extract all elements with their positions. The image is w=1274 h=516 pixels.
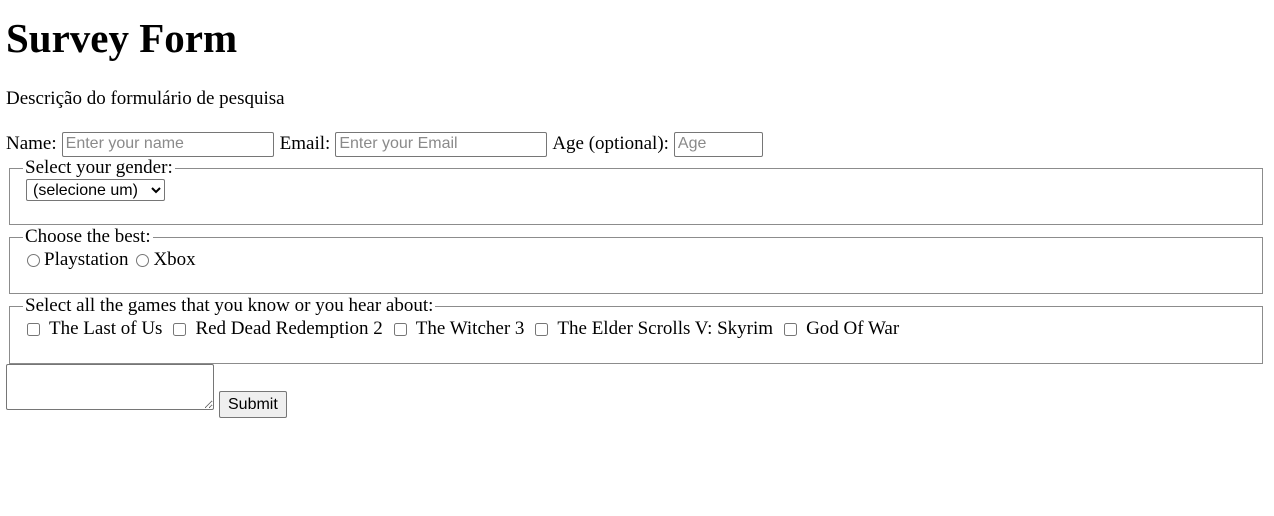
playstation-radio[interactable]	[27, 253, 40, 267]
gender-select[interactable]: (selecione um)	[26, 179, 165, 201]
game-option-red-dead-redemption-2[interactable]: Red Dead Redemption 2	[172, 318, 383, 340]
skyrim-checkbox[interactable]	[535, 322, 549, 336]
gender-legend: Select your gender:	[25, 157, 173, 178]
game-option-skyrim[interactable]: The Elder Scrolls V: Skyrim	[534, 318, 773, 340]
page-description: Descrição do formulário de pesquisa	[6, 88, 285, 109]
games-options: The Last of Us Red Dead Redemption 2 The…	[26, 318, 1246, 340]
survey-page: Survey Form Descrição do formulário de p…	[0, 0, 1274, 516]
red-dead-redemption-2-checkbox[interactable]	[173, 322, 187, 336]
playstation-label: Playstation	[44, 249, 129, 270]
game-option-the-witcher-3[interactable]: The Witcher 3	[393, 318, 525, 340]
comments-textarea[interactable]	[6, 364, 214, 410]
skyrim-label: The Elder Scrolls V: Skyrim	[557, 318, 774, 339]
god-of-war-label: God Of War	[806, 318, 900, 339]
red-dead-redemption-2-label: Red Dead Redemption 2	[195, 318, 383, 339]
the-last-of-us-checkbox[interactable]	[27, 322, 40, 336]
gender-fieldset: Select your gender: (selecione um)	[9, 158, 1263, 225]
game-option-the-last-of-us[interactable]: The Last of Us	[26, 318, 162, 340]
email-input[interactable]	[335, 131, 548, 157]
xbox-radio[interactable]	[136, 253, 150, 267]
games-legend: Select all the games that you know or yo…	[25, 295, 434, 316]
game-option-god-of-war[interactable]: God Of War	[783, 318, 899, 340]
god-of-war-checkbox[interactable]	[784, 322, 798, 336]
console-legend: Choose the best:	[25, 226, 151, 247]
the-witcher-3-checkbox[interactable]	[393, 322, 407, 336]
console-option-xbox[interactable]: Xbox	[135, 249, 196, 271]
page-title: Survey Form	[6, 15, 238, 61]
console-options: Playstation Xbox	[26, 249, 1246, 271]
age-input[interactable]	[673, 131, 763, 157]
console-fieldset: Choose the best: Playstation Xbox	[9, 227, 1263, 294]
name-label: Name:	[6, 133, 57, 154]
personal-info-row: Name: Email: Age (optional):	[6, 131, 763, 157]
xbox-label: Xbox	[153, 249, 196, 270]
email-label: Email:	[279, 133, 331, 154]
name-input[interactable]	[61, 131, 274, 157]
submit-button[interactable]: Submit	[219, 391, 287, 418]
the-last-of-us-label: The Last of Us	[49, 318, 163, 339]
age-label: Age (optional):	[552, 133, 669, 154]
the-witcher-3-label: The Witcher 3	[415, 318, 525, 339]
console-option-playstation[interactable]: Playstation	[26, 249, 128, 271]
games-fieldset: Select all the games that you know or yo…	[9, 296, 1263, 364]
